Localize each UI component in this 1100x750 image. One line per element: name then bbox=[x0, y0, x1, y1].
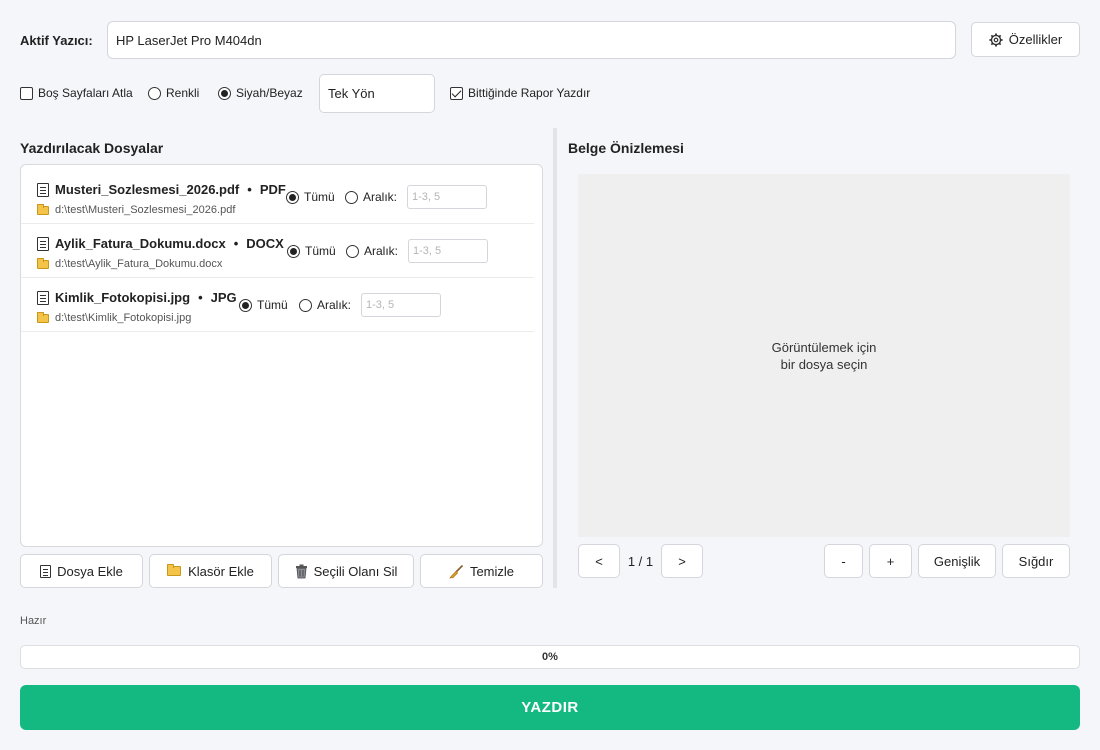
all-pages-radio[interactable]: Tümü bbox=[239, 298, 288, 312]
next-page-button[interactable]: > bbox=[661, 544, 703, 578]
file-path-line: d:\test\Kimlik_Fotokopisi.jpg bbox=[37, 311, 192, 324]
report-check[interactable] bbox=[450, 86, 463, 100]
skip-blank-label: Boş Sayfaları Atla bbox=[38, 86, 133, 100]
folder-icon bbox=[37, 203, 49, 215]
file-path-line: d:\test\Aylik_Fatura_Dokumu.docx bbox=[37, 257, 223, 270]
all-pages-radio[interactable]: Tümü bbox=[286, 190, 335, 204]
range-radio[interactable]: Aralık: bbox=[299, 298, 351, 312]
document-icon bbox=[37, 290, 49, 305]
color-radio-label: Renkli bbox=[166, 86, 200, 100]
bw-radio[interactable]: Siyah/Beyaz bbox=[218, 86, 303, 100]
printer-value: HP LaserJet Pro M404dn bbox=[116, 32, 262, 48]
skip-blank-checkbox[interactable]: Boş Sayfaları Atla bbox=[20, 86, 133, 100]
file-row[interactable]: Aylik_Fatura_Dokumu.docx • DOCX d:\test\… bbox=[21, 224, 534, 278]
prev-page-button[interactable]: < bbox=[578, 544, 620, 578]
color-radio-dot[interactable] bbox=[148, 86, 161, 100]
print-button[interactable]: YAZDIR bbox=[20, 685, 1080, 730]
range-input[interactable] bbox=[408, 239, 488, 263]
color-radio[interactable]: Renkli bbox=[148, 86, 199, 100]
folder-icon bbox=[167, 564, 182, 576]
document-icon bbox=[40, 564, 52, 578]
range-label: Aralık: bbox=[364, 244, 399, 258]
broom-icon bbox=[449, 564, 464, 578]
range-radio[interactable]: Aralık: bbox=[346, 244, 398, 258]
clear-label: Temizle bbox=[469, 563, 515, 579]
delete-selected-label: Seçili Olanı Sil bbox=[313, 563, 398, 579]
preview-title: Belge Önizlemesi bbox=[568, 140, 684, 156]
range-dot[interactable] bbox=[345, 190, 358, 204]
printer-select[interactable]: HP LaserJet Pro M404dn bbox=[107, 21, 956, 59]
report-label: Bittiğinde Rapor Yazdır bbox=[468, 86, 591, 100]
file-name: Aylik_Fatura_Dokumu.docx bbox=[55, 236, 226, 251]
delete-selected-button[interactable]: Seçili Olanı Sil bbox=[278, 554, 414, 588]
gear-icon bbox=[989, 32, 1003, 47]
folder-icon bbox=[37, 257, 49, 269]
file-path: d:\test\Aylik_Fatura_Dokumu.docx bbox=[55, 258, 223, 270]
file-name: Kimlik_Fotokopisi.jpg bbox=[55, 290, 191, 305]
file-path: d:\test\Musteri_Sozlesmesi_2026.pdf bbox=[55, 204, 236, 216]
report-checkbox[interactable]: Bittiğinde Rapor Yazdır bbox=[450, 86, 590, 100]
all-pages-dot[interactable] bbox=[239, 298, 252, 312]
add-file-button[interactable]: Dosya Ekle bbox=[20, 554, 143, 588]
file-path-line: d:\test\Musteri_Sozlesmesi_2026.pdf bbox=[37, 203, 236, 216]
properties-button[interactable]: Özellikler bbox=[971, 22, 1080, 57]
file-separator: • bbox=[198, 290, 203, 305]
range-radio[interactable]: Aralık: bbox=[345, 190, 397, 204]
files-panel-title: Yazdırılacak Dosyalar bbox=[20, 140, 164, 156]
bw-radio-label: Siyah/Beyaz bbox=[236, 86, 303, 100]
all-pages-dot[interactable] bbox=[286, 190, 299, 204]
file-name-line: Musteri_Sozlesmesi_2026.pdf • PDF bbox=[37, 182, 286, 197]
file-row[interactable]: Kimlik_Fotokopisi.jpg • JPG d:\test\Kiml… bbox=[21, 278, 534, 332]
zoom-in-button[interactable]: + bbox=[869, 544, 912, 578]
preview-area: Görüntülemek için bir dosya seçin bbox=[578, 174, 1070, 537]
file-type: PDF bbox=[259, 182, 286, 197]
file-name-line: Kimlik_Fotokopisi.jpg • JPG bbox=[37, 290, 237, 305]
duplex-select[interactable]: Tek Yön bbox=[319, 74, 435, 113]
file-row[interactable]: Musteri_Sozlesmesi_2026.pdf • PDF d:\tes… bbox=[21, 170, 534, 224]
add-file-label: Dosya Ekle bbox=[57, 563, 123, 579]
duplex-value: Tek Yön bbox=[328, 86, 375, 101]
folder-icon bbox=[37, 311, 49, 323]
page-indicator: 1 / 1 bbox=[627, 553, 654, 569]
file-list[interactable]: Musteri_Sozlesmesi_2026.pdf • PDF d:\tes… bbox=[20, 164, 543, 547]
print-button-label: YAZDIR bbox=[521, 699, 579, 716]
all-pages-label: Tümü bbox=[304, 190, 335, 204]
file-path: d:\test\Kimlik_Fotokopisi.jpg bbox=[55, 312, 192, 324]
fit-width-button[interactable]: Genişlik bbox=[918, 544, 996, 578]
trash-icon bbox=[295, 564, 307, 578]
preview-placeholder-line2: bir dosya seçin bbox=[780, 356, 868, 372]
add-folder-button[interactable]: Klasör Ekle bbox=[149, 554, 272, 588]
bw-radio-dot[interactable] bbox=[218, 86, 231, 100]
all-pages-radio[interactable]: Tümü bbox=[287, 244, 336, 258]
range-dot[interactable] bbox=[346, 244, 359, 258]
range-dot[interactable] bbox=[299, 298, 312, 312]
document-icon bbox=[37, 236, 49, 251]
printer-label: Aktif Yazıcı: bbox=[20, 33, 93, 48]
range-input[interactable] bbox=[361, 293, 441, 317]
range-input[interactable] bbox=[407, 185, 487, 209]
fit-page-button[interactable]: Sığdır bbox=[1002, 544, 1070, 578]
document-icon bbox=[37, 182, 49, 197]
progress-text: 0% bbox=[542, 651, 558, 663]
clear-button[interactable]: Temizle bbox=[420, 554, 543, 588]
progress-bar: 0% bbox=[20, 645, 1080, 669]
file-type: DOCX bbox=[246, 236, 284, 251]
add-folder-label: Klasör Ekle bbox=[188, 563, 254, 579]
file-type: JPG bbox=[210, 290, 237, 305]
skip-blank-check[interactable] bbox=[20, 86, 33, 100]
all-pages-label: Tümü bbox=[305, 244, 336, 258]
file-name: Musteri_Sozlesmesi_2026.pdf bbox=[55, 182, 240, 197]
all-pages-label: Tümü bbox=[257, 298, 288, 312]
range-label: Aralık: bbox=[363, 190, 398, 204]
all-pages-dot[interactable] bbox=[287, 244, 300, 258]
file-separator: • bbox=[247, 182, 252, 197]
preview-placeholder-line1: Görüntülemek için bbox=[771, 339, 877, 355]
file-separator: • bbox=[233, 236, 239, 251]
status-text: Hazır bbox=[20, 615, 47, 627]
range-label: Aralık: bbox=[317, 298, 352, 312]
file-name-line: Aylik_Fatura_Dokumu.docx • DOCX bbox=[37, 236, 284, 251]
zoom-out-button[interactable]: - bbox=[824, 544, 863, 578]
properties-button-label: Özellikler bbox=[1008, 32, 1063, 47]
panel-splitter[interactable] bbox=[553, 128, 557, 588]
